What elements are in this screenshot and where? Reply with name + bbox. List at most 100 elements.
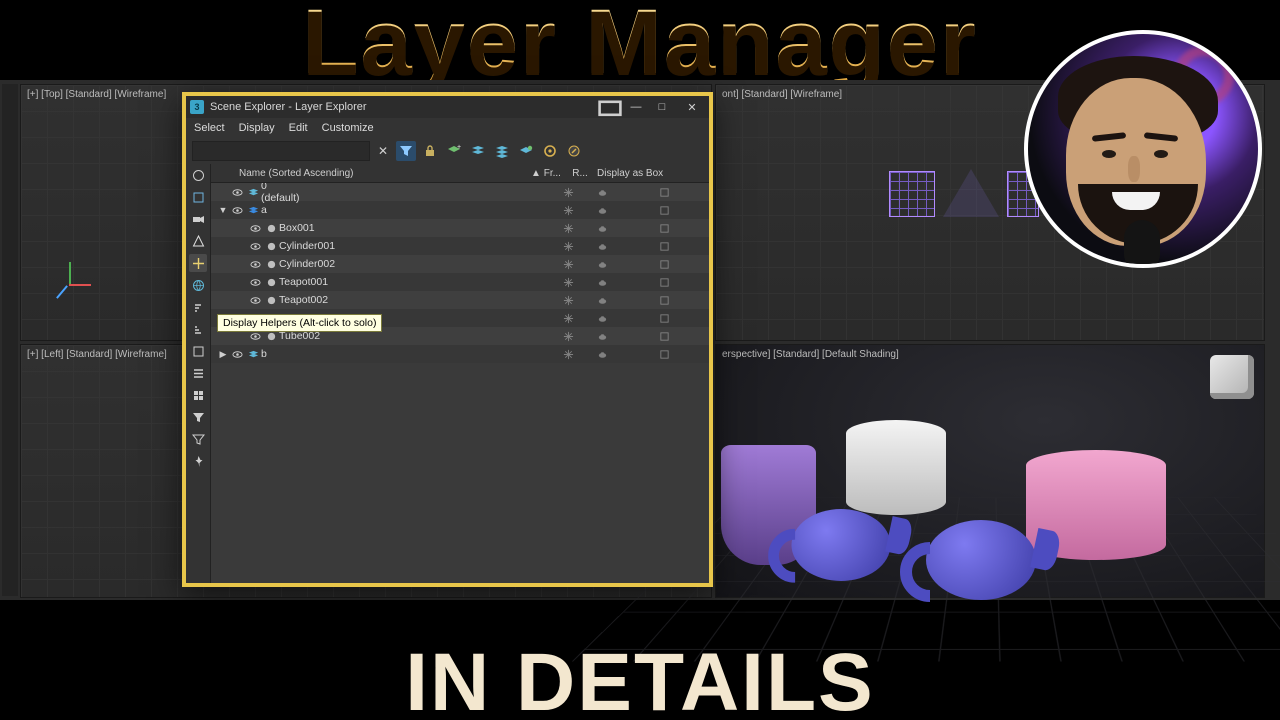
tree-row[interactable]: Cylinder002 xyxy=(211,255,709,273)
tree-row[interactable]: 0 (default) xyxy=(211,183,709,201)
renderable-cell[interactable] xyxy=(585,312,619,324)
visibility-eye-icon[interactable] xyxy=(229,186,245,198)
filter-all-icon[interactable] xyxy=(189,166,207,184)
tree-row[interactable]: Box001 xyxy=(211,219,709,237)
visibility-eye-icon[interactable] xyxy=(229,348,245,360)
renderable-cell[interactable] xyxy=(585,276,619,288)
renderable-cell[interactable] xyxy=(585,348,619,360)
column-frozen[interactable]: ▲ Fr... xyxy=(529,168,563,179)
menu-display[interactable]: Display xyxy=(239,122,275,134)
frozen-cell[interactable] xyxy=(551,312,585,324)
object-type-icon xyxy=(245,186,261,198)
create-layer-icon[interactable]: + xyxy=(444,141,464,161)
layer-stack-b-icon[interactable] xyxy=(492,141,512,161)
menu-customize[interactable]: Customize xyxy=(322,122,374,134)
frozen-cell[interactable] xyxy=(551,186,585,198)
display-as-box-cell[interactable] xyxy=(619,204,709,216)
select-by-layer-icon[interactable] xyxy=(540,141,560,161)
add-to-layer-icon[interactable] xyxy=(516,141,536,161)
filter-helpers-icon[interactable] xyxy=(189,254,207,272)
sort-asc-icon[interactable] xyxy=(189,298,207,316)
visibility-eye-icon[interactable] xyxy=(247,222,263,234)
clear-search-button[interactable]: ✕ xyxy=(374,142,392,160)
filter-spacewarps-icon[interactable] xyxy=(189,276,207,294)
display-as-box-cell[interactable] xyxy=(619,330,709,342)
object-type-icon xyxy=(263,276,279,288)
filter-toggle-icon[interactable] xyxy=(396,141,416,161)
lock-selection-icon[interactable] xyxy=(420,141,440,161)
visibility-eye-icon[interactable] xyxy=(247,294,263,306)
frozen-cell[interactable] xyxy=(551,204,585,216)
renderable-cell[interactable] xyxy=(585,240,619,252)
sort-desc-icon[interactable] xyxy=(189,320,207,338)
isolate-layer-icon[interactable] xyxy=(564,141,584,161)
display-as-box-cell[interactable] xyxy=(619,312,709,324)
panel-titlebar[interactable]: 3 Scene Explorer - Layer Explorer — □ ✕ xyxy=(186,96,709,118)
visibility-eye-icon[interactable] xyxy=(247,240,263,252)
frozen-cell[interactable] xyxy=(551,276,585,288)
pin-icon[interactable] xyxy=(189,452,207,470)
menu-edit[interactable]: Edit xyxy=(289,122,308,134)
display-as-box-cell[interactable] xyxy=(619,186,709,198)
layer-tree: Name (Sorted Ascending) ▲ Fr... R... Dis… xyxy=(211,164,709,583)
filter-camera-icon[interactable] xyxy=(189,210,207,228)
display-as-box-cell[interactable] xyxy=(619,258,709,270)
object-type-icon xyxy=(263,258,279,270)
renderable-cell[interactable] xyxy=(585,204,619,216)
visibility-eye-icon[interactable] xyxy=(247,258,263,270)
maximize-button[interactable]: □ xyxy=(649,98,675,116)
scene-teapot-2 xyxy=(926,520,1036,600)
frozen-cell[interactable] xyxy=(551,258,585,270)
renderable-cell[interactable] xyxy=(585,294,619,306)
visibility-eye-icon[interactable] xyxy=(247,276,263,288)
object-type-icon xyxy=(245,348,261,360)
view-grid-icon[interactable] xyxy=(189,386,207,404)
viewport-left-label: [+] [Left] [Standard] [Wireframe] xyxy=(27,349,167,360)
filter-geometry-icon[interactable] xyxy=(189,188,207,206)
layer-stack-a-icon[interactable] xyxy=(468,141,488,161)
viewcube-icon[interactable] xyxy=(1210,355,1254,399)
tree-row[interactable]: ▶b xyxy=(211,345,709,363)
filter-shapes-icon[interactable] xyxy=(189,232,207,250)
display-as-box-cell[interactable] xyxy=(619,276,709,288)
viewport-perspective[interactable]: erspective] [Standard] [Default Shading] xyxy=(715,344,1265,598)
panel-title: Scene Explorer - Layer Explorer xyxy=(210,101,367,113)
visibility-eye-icon[interactable] xyxy=(229,204,245,216)
display-as-box-cell[interactable] xyxy=(619,222,709,234)
renderable-cell[interactable] xyxy=(585,258,619,270)
app-left-toolbar[interactable] xyxy=(2,84,18,596)
presenter-webcam xyxy=(1024,30,1262,268)
menu-select[interactable]: Select xyxy=(194,122,225,134)
column-headers[interactable]: Name (Sorted Ascending) ▲ Fr... R... Dis… xyxy=(211,164,709,183)
dock-button[interactable] xyxy=(597,98,623,116)
column-render[interactable]: R... xyxy=(563,168,597,179)
viewport-perspective-label: erspective] [Standard] [Default Shading] xyxy=(722,349,899,360)
frozen-cell[interactable] xyxy=(551,294,585,306)
frozen-cell[interactable] xyxy=(551,240,585,252)
column-display-as-box[interactable]: Display as Box xyxy=(597,168,687,179)
renderable-cell[interactable] xyxy=(585,186,619,198)
display-as-box-cell[interactable] xyxy=(619,294,709,306)
app-icon: 3 xyxy=(190,100,204,114)
renderable-cell[interactable] xyxy=(585,330,619,342)
tree-row[interactable]: Cylinder001 xyxy=(211,237,709,255)
tree-row[interactable]: Teapot002 xyxy=(211,291,709,309)
expand-toggle-icon[interactable]: ▶ xyxy=(217,349,229,360)
close-button[interactable]: ✕ xyxy=(675,98,709,116)
frozen-cell[interactable] xyxy=(551,222,585,234)
display-as-box-cell[interactable] xyxy=(619,240,709,252)
tree-row[interactable]: Teapot001 xyxy=(211,273,709,291)
view-compact-icon[interactable] xyxy=(189,342,207,360)
view-list-icon[interactable] xyxy=(189,364,207,382)
expand-toggle-icon[interactable]: ▼ xyxy=(217,205,229,215)
display-as-box-cell[interactable] xyxy=(619,348,709,360)
frozen-cell[interactable] xyxy=(551,348,585,360)
renderable-cell[interactable] xyxy=(585,222,619,234)
column-name[interactable]: Name (Sorted Ascending) xyxy=(211,168,529,179)
funnel-a-icon[interactable] xyxy=(189,408,207,426)
frozen-cell[interactable] xyxy=(551,330,585,342)
funnel-b-icon[interactable] xyxy=(189,430,207,448)
minimize-button[interactable]: — xyxy=(623,98,649,116)
search-input[interactable] xyxy=(192,141,370,161)
svg-text:+: + xyxy=(457,144,461,151)
